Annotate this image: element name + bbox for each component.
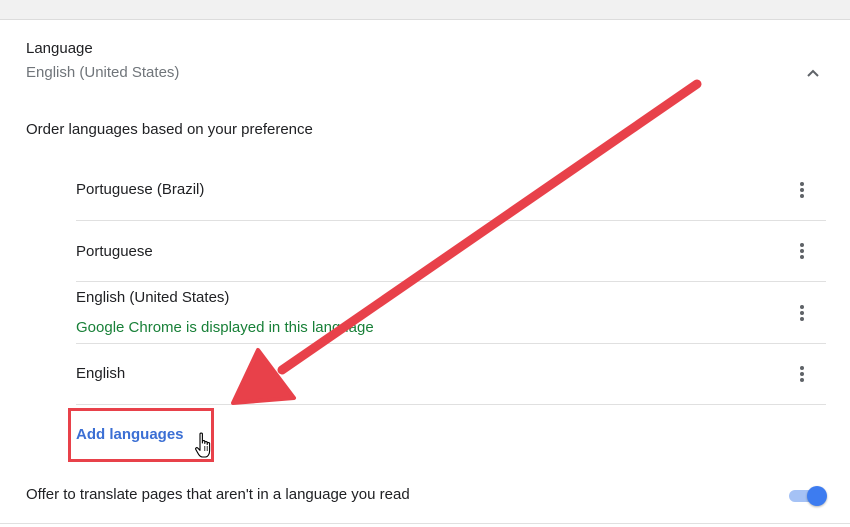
display-language-note: Google Chrome is displayed in this langu…	[76, 319, 374, 336]
more-vert-icon	[800, 243, 804, 259]
language-row-portuguese: Portuguese	[76, 221, 826, 282]
chevron-up-icon	[807, 69, 819, 77]
language-section-header[interactable]: Language English (United States)	[0, 20, 850, 92]
more-actions-button[interactable]	[792, 362, 812, 386]
bottom-divider	[0, 523, 850, 524]
language-section-title: Language	[26, 40, 93, 57]
more-actions-button[interactable]	[792, 301, 812, 325]
language-row-english: English	[76, 344, 826, 405]
language-name: English	[76, 365, 126, 382]
more-actions-button[interactable]	[792, 239, 812, 263]
more-actions-button[interactable]	[792, 178, 812, 202]
top-strip	[0, 0, 850, 19]
more-vert-icon	[800, 366, 804, 382]
settings-page: Language English (United States) Order l…	[0, 0, 850, 527]
more-vert-icon	[800, 182, 804, 198]
offer-translate-toggle[interactable]	[787, 485, 827, 506]
toggle-knob	[807, 486, 827, 506]
language-name: English (United States)	[76, 289, 230, 306]
language-name: Portuguese (Brazil)	[76, 181, 205, 198]
language-row-portuguese-brazil: Portuguese (Brazil)	[76, 159, 826, 221]
language-row-english-us: English (United States) Google Chrome is…	[76, 282, 826, 344]
current-language-value: English (United States)	[26, 64, 180, 81]
language-name: Portuguese	[76, 243, 153, 260]
collapse-button[interactable]	[800, 60, 826, 86]
annotation-highlight-box	[68, 408, 214, 462]
offer-translate-label: Offer to translate pages that aren't in …	[26, 486, 410, 503]
order-languages-label: Order languages based on your preference	[26, 121, 313, 138]
hand-cursor-icon	[195, 432, 211, 458]
more-vert-icon	[800, 305, 804, 321]
